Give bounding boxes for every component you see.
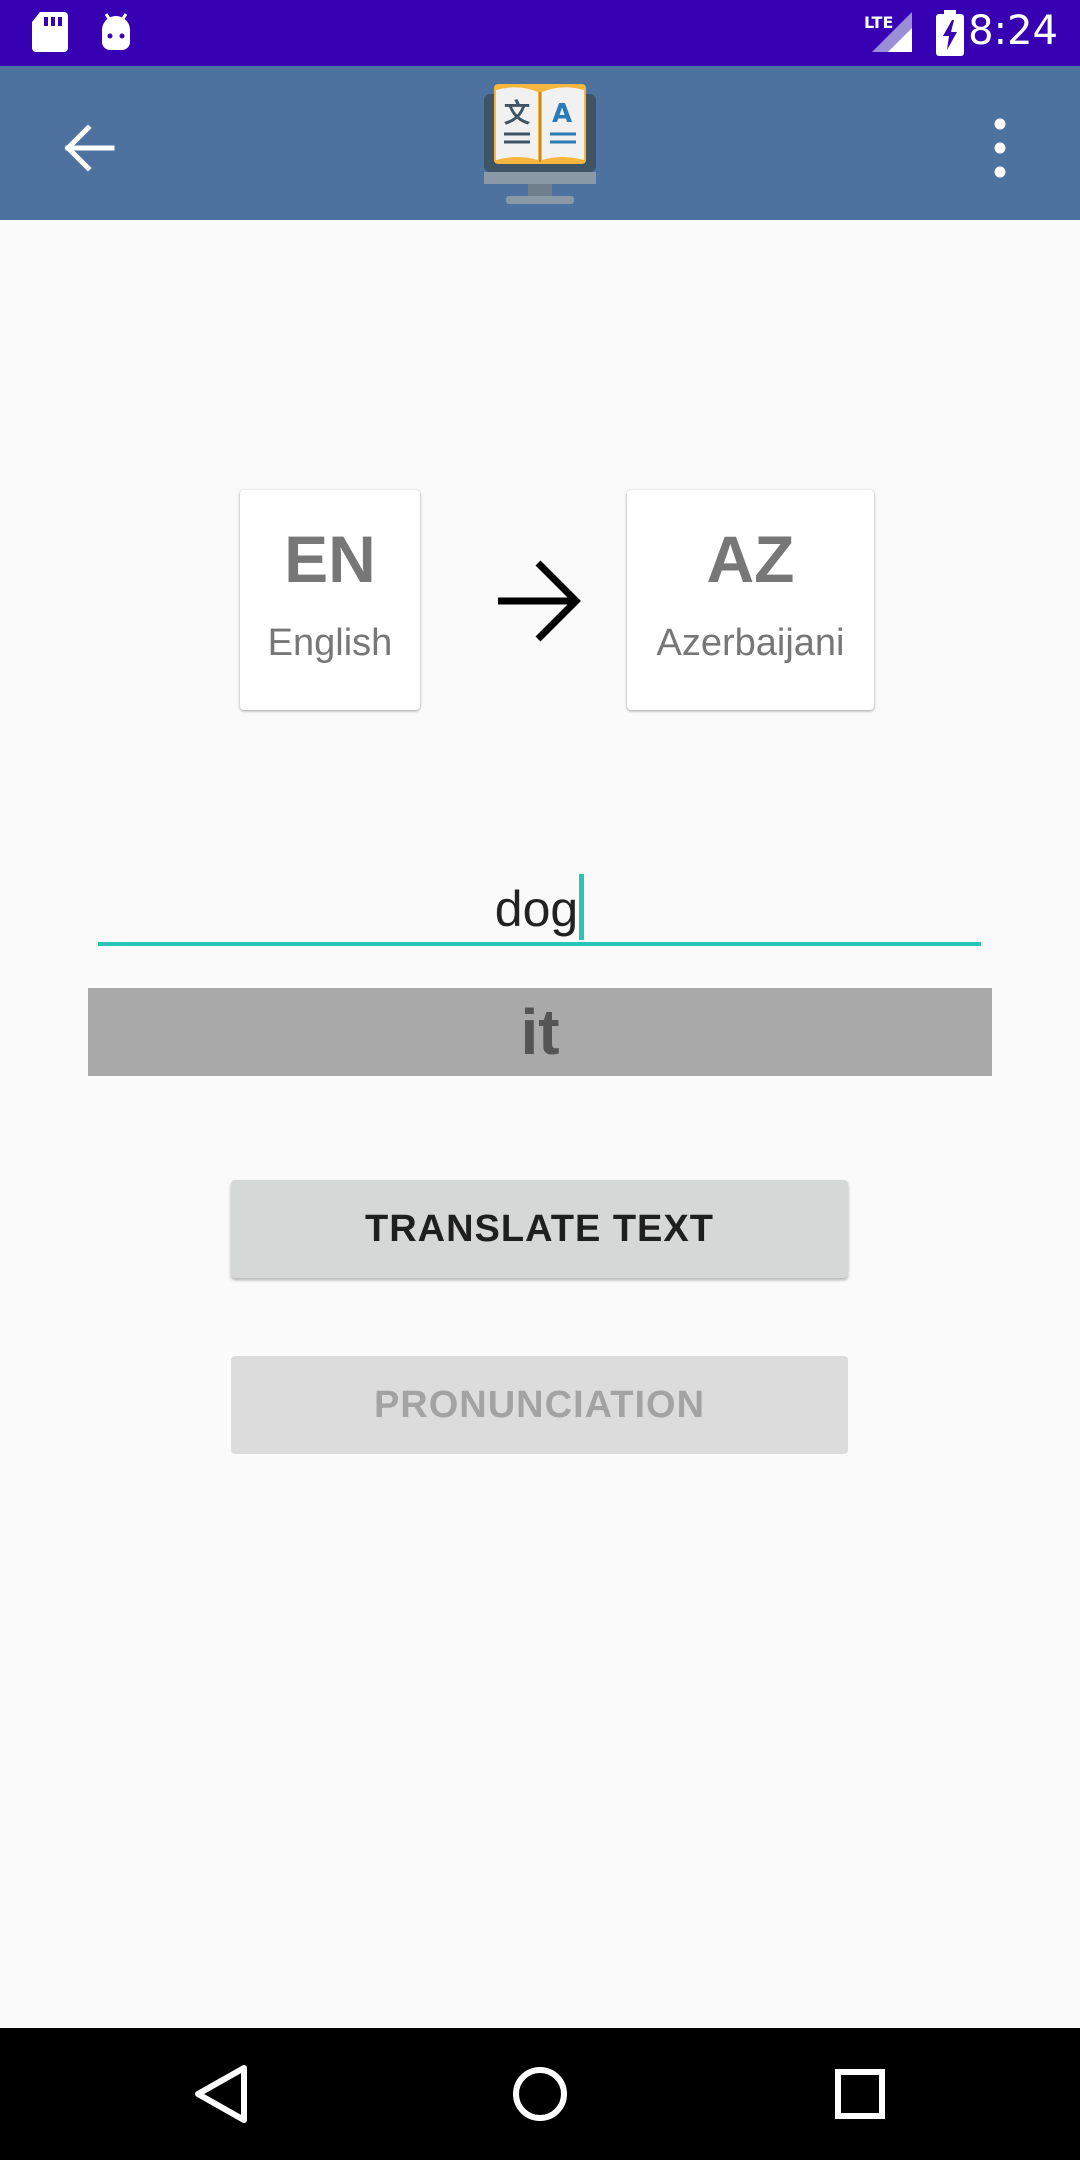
translation-result: it: [88, 988, 992, 1076]
more-vert-icon[interactable]: [970, 108, 1030, 188]
recents-square-icon[interactable]: [824, 2058, 896, 2130]
target-language-card[interactable]: AZ Azerbaijani: [627, 490, 874, 710]
input-text-container: dog: [98, 874, 981, 940]
svg-text:A: A: [552, 99, 572, 129]
source-language-card[interactable]: EN English: [240, 490, 420, 710]
pronunciation-button[interactable]: PRONUNCIATION: [231, 1356, 848, 1454]
text-caret: [579, 874, 585, 940]
system-nav-bar: [0, 2028, 1080, 2160]
status-time: 8:24: [968, 8, 1058, 54]
back-triangle-icon[interactable]: [186, 2058, 258, 2130]
battery-charging-icon: [936, 10, 964, 56]
svg-text:文: 文: [504, 98, 531, 129]
svg-text:LTE: LTE: [864, 13, 893, 32]
screen: LTE 8:24 文 A EN English AZ Azerbaijani d…: [0, 0, 1080, 2160]
home-circle-icon[interactable]: [504, 2058, 576, 2130]
translator-book-logo: 文 A: [484, 84, 596, 204]
input-value: dog: [494, 881, 579, 937]
app-bar: 文 A: [0, 66, 1080, 220]
arrow-forward-icon[interactable]: [492, 555, 584, 647]
translate-text-button[interactable]: TRANSLATE TEXT: [231, 1180, 848, 1278]
target-language-name: Azerbaijani: [656, 622, 845, 664]
status-bar: LTE 8:24: [0, 0, 1080, 66]
source-language-name: English: [267, 622, 393, 664]
source-language-code: EN: [284, 522, 376, 596]
target-language-code: AZ: [706, 522, 795, 596]
android-debug-icon: [102, 13, 130, 50]
sd-card-icon: [32, 12, 68, 52]
text-input-field[interactable]: dog: [98, 860, 981, 946]
lte-signal-icon: LTE: [864, 12, 912, 52]
arrow-back-icon[interactable]: [52, 112, 132, 184]
